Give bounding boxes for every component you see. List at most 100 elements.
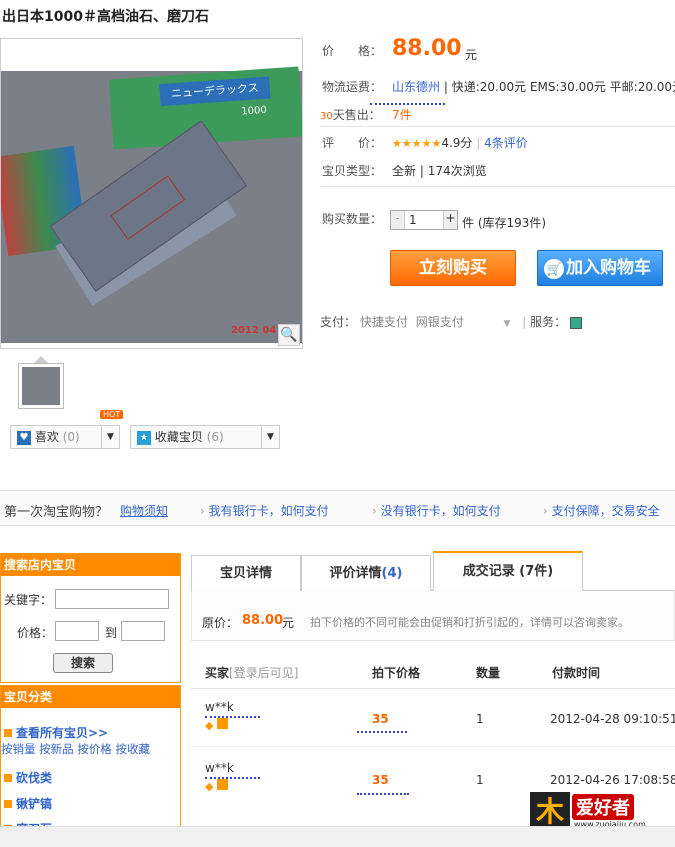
thumbnail[interactable] [18, 363, 64, 409]
col-price: 拍下价格 [372, 666, 421, 680]
guide-link[interactable]: 购物须知 [120, 502, 168, 519]
search-panel-header: 搜索店内宝贝 [1, 554, 180, 576]
cart-label: 加入购物车 [566, 258, 651, 278]
chevron-down-icon[interactable]: ▼ [101, 426, 119, 448]
category-item[interactable]: 砍伐类 [4, 769, 52, 786]
quantity-label: 购买数量： [322, 212, 383, 226]
dropdown-icon[interactable]: ▼ [504, 319, 511, 329]
tab-transactions[interactable]: 成交记录 (7件) [433, 551, 583, 592]
record-note: 原价： 88.00 元 拍下价格的不同可能会由促销和打折引起的，详情可以咨询卖家… [191, 591, 675, 641]
shipping-detail: 快递:20.00元 EMS:30.00元 平邮:20.00元 [451, 80, 675, 94]
all-items-link[interactable]: 查看所有宝贝>> [4, 724, 108, 741]
price-label: 价 格： [322, 44, 383, 58]
table-row: w**k ◆ [205, 761, 260, 793]
buyer-name: w**k [205, 700, 234, 714]
product-photo: ニューデラックス 1000 2012 04 05 [1, 66, 302, 343]
diamond-icon: ◆ [205, 719, 214, 732]
col-qty: 数量 [476, 666, 501, 680]
keyword-input[interactable] [55, 589, 169, 609]
minus-button[interactable]: - [391, 211, 405, 229]
chevron-down-icon[interactable]: ▼ [261, 426, 279, 448]
search-button[interactable]: 搜索 [53, 653, 113, 673]
service-label: 服务： [530, 315, 567, 329]
views: 174次浏览 [427, 164, 487, 178]
tab-reviews[interactable]: 评价详情(4) [301, 555, 431, 591]
star-icon: ★★★★★ [392, 137, 442, 150]
price-range-label: 价格： [17, 626, 54, 640]
condition: 全新 [392, 164, 417, 178]
product-title: 出日本1000＃高档油石、磨刀石 [2, 9, 209, 25]
orig-price-label: 原价： [202, 616, 239, 630]
bookmark-icon: ★ [137, 430, 151, 445]
category-panel: 宝贝分类 查看所有宝贝>> 按销量 按新品 按价格 按收藏 砍伐类 锹铲镐 磨刀… [0, 685, 181, 847]
stock-info: 件 (库存193件) [462, 216, 547, 230]
guide-item-3[interactable]: › 支付保障，交易安全 [543, 502, 660, 519]
shipping-info: 山东德州 | 快递:20.00元 EMS:30.00元 平邮:20.00元 [392, 78, 675, 95]
detail-tabs: 宝贝详情 评价详情(4) 成交记录 (7件) [191, 551, 675, 592]
price-note: 拍下价格的不同可能会由促销和打折引起的，详情可以咨询卖家。 [310, 616, 629, 629]
rating-info: ★★★★★4.9分 | 4条评价 [392, 136, 528, 150]
hot-badge: HOT [100, 410, 124, 419]
price-value: 88.00 [392, 36, 462, 61]
sales-count: 7件 [392, 108, 412, 122]
type-info: 全新 | 174次浏览 [392, 164, 487, 178]
payment-row: 支付： 快捷支付 网银支付 ▼ | 服务： [320, 313, 582, 330]
like-label: 喜欢 [34, 430, 59, 444]
main-product-image[interactable]: ニューデラックス 1000 2012 04 05 🔍 [0, 38, 303, 349]
category-panel-header: 宝贝分类 [1, 686, 180, 708]
badge-icon [217, 779, 229, 790]
reviews-link[interactable]: 4条评价 [484, 136, 528, 150]
search-panel: 搜索店内宝贝 关键字： 价格： 到 搜索 [0, 553, 181, 683]
quantity-value[interactable]: 1 [409, 213, 417, 227]
box-number: 1000 [240, 104, 268, 118]
sort-price[interactable]: 按价格 [77, 742, 112, 756]
quantity-stepper[interactable]: - 1 + [390, 210, 458, 230]
thumbnail-arrow-icon [34, 356, 48, 363]
bottom-bar [0, 826, 675, 847]
rating-label: 评 价： [322, 136, 383, 150]
sort-sales[interactable]: 按销量 [1, 742, 36, 756]
guide-item-2[interactable]: › 没有银行卡，如何支付 [372, 502, 501, 519]
price-min-input[interactable] [55, 621, 99, 641]
whetstone-stamp [110, 175, 186, 241]
guide-first: 第一次淘宝购物？ [4, 505, 109, 520]
tab-details[interactable]: 宝贝详情 [191, 555, 301, 591]
table-row: w**k ◆ [205, 700, 260, 732]
service-icon[interactable] [570, 316, 582, 329]
favorite-button[interactable]: ★ 收藏宝贝 (6) ▼ [130, 425, 280, 449]
row-time: 2012-04-26 17:08:58 [550, 773, 675, 787]
category-item[interactable]: 锹铲镐 [4, 795, 52, 812]
col-time: 付款时间 [552, 666, 601, 680]
sort-links: 按销量 按新品 按价格 按收藏 [1, 741, 150, 757]
plus-button[interactable]: + [443, 211, 457, 229]
logo-text: 爱好者 [572, 794, 634, 820]
zoom-icon[interactable]: 🔍 [278, 324, 300, 346]
sales-days: 30 [320, 111, 333, 122]
add-to-cart-button[interactable]: 🛒 加入购物车 [537, 250, 663, 286]
fav-label: 收藏宝贝 [154, 430, 203, 444]
sort-fav[interactable]: 按收藏 [115, 742, 150, 756]
price-max-input[interactable] [121, 621, 165, 641]
payment-opt2[interactable]: 网银支付 [416, 315, 464, 329]
payment-label: 支付： [320, 315, 357, 329]
sort-new[interactable]: 按新品 [39, 742, 74, 756]
payment-opt1[interactable]: 快捷支付 [360, 315, 408, 329]
buy-now-button[interactable]: 立刻购买 [390, 250, 516, 286]
badge-icon [217, 718, 229, 729]
row-qty: 1 [476, 712, 484, 726]
guide-bar: 第一次淘宝购物？ 购物须知 › 我有银行卡，如何支付 › 没有银行卡，如何支付 … [0, 490, 675, 526]
row-qty: 1 [476, 773, 484, 787]
heart-icon: ♥ [17, 430, 31, 445]
guide-item-1[interactable]: › 我有银行卡，如何支付 [200, 502, 329, 519]
like-button[interactable]: ♥ 喜欢 (0) ▼ [10, 425, 120, 449]
orig-price-unit: 元 [282, 616, 295, 630]
orig-price: 88.00 [242, 613, 284, 628]
diamond-icon: ◆ [205, 780, 214, 793]
price-unit: 元 [465, 48, 478, 62]
type-label: 宝贝类型： [322, 164, 383, 178]
shipping-origin[interactable]: 山东德州 [392, 80, 440, 94]
buyer-name: w**k [205, 761, 234, 775]
sales-label: 天售出： [332, 108, 381, 122]
keyword-label: 关键字： [4, 593, 53, 607]
like-count: (0) [62, 430, 80, 444]
